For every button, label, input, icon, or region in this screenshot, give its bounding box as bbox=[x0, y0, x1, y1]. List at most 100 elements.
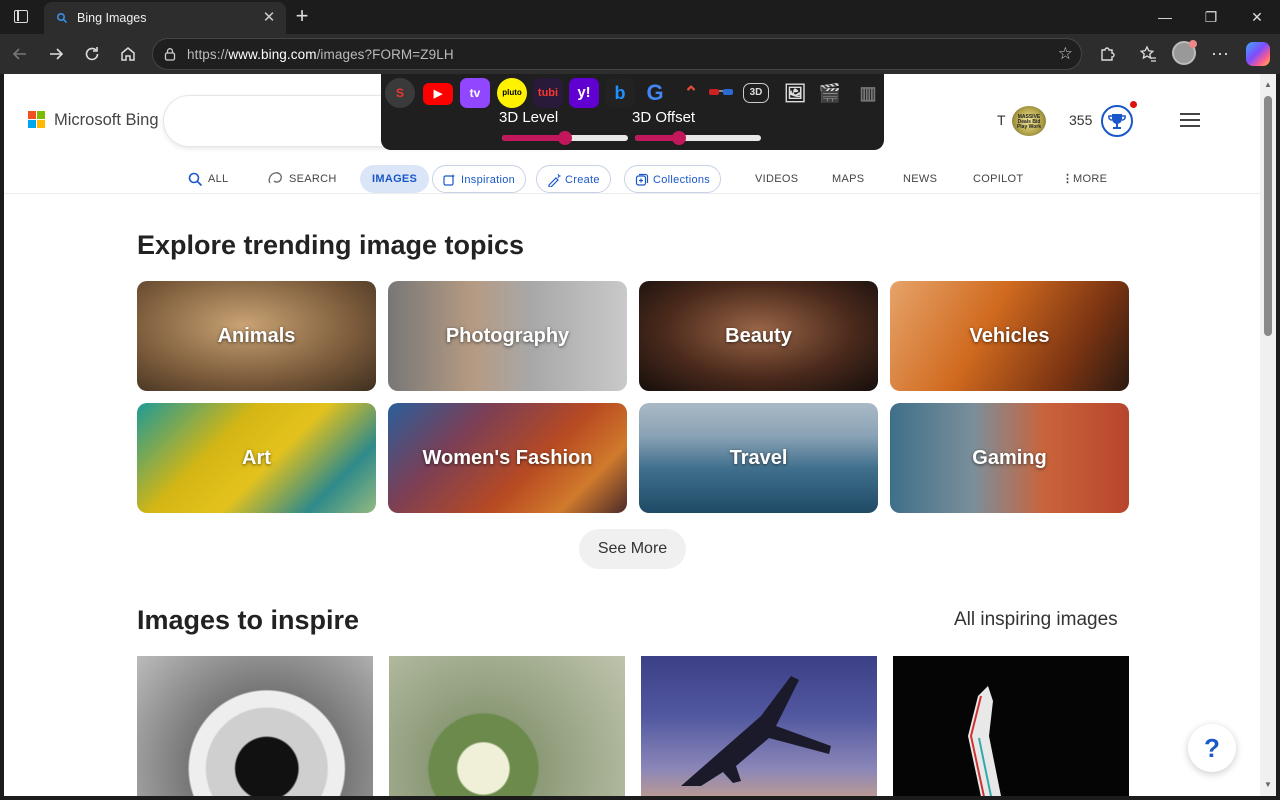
topic-tile[interactable]: Women's Fashion bbox=[388, 403, 627, 513]
close-tab-icon[interactable]: ✕ bbox=[260, 9, 278, 27]
twitch-icon[interactable]: tv bbox=[460, 78, 490, 108]
trending-heading: Explore trending image topics bbox=[137, 230, 525, 260]
user-avatar-badge[interactable]: MASSIVE Deals Bid Play Work bbox=[1012, 106, 1046, 136]
scroll-thumb[interactable] bbox=[1264, 96, 1272, 336]
3d-level-label: 3D Level bbox=[499, 109, 559, 126]
favorite-star-icon[interactable]: ☆ bbox=[1058, 44, 1073, 64]
3d-extension-panel: S ▶ tv pluto tubi y! b G ⌃ 3D 🖼 🎬 ▥ 3D L… bbox=[381, 74, 884, 150]
slider-fill bbox=[502, 135, 565, 141]
more-options-button[interactable]: ⋯ bbox=[1206, 40, 1234, 68]
nav-maps[interactable]: MAPS bbox=[832, 165, 864, 193]
home-button[interactable] bbox=[114, 40, 142, 68]
topic-tile[interactable]: Art bbox=[137, 403, 376, 513]
nav-images[interactable]: IMAGES bbox=[360, 165, 430, 193]
copilot-search-icon bbox=[268, 172, 282, 184]
url-text: https://www.bing.com/images?FORM=Z9LH bbox=[187, 47, 454, 62]
restore-button[interactable]: ❐ bbox=[1188, 0, 1234, 34]
3d-mode-icon[interactable]: 3D bbox=[743, 83, 769, 103]
nav-news[interactable]: NEWS bbox=[903, 165, 937, 193]
hamburger-menu-icon[interactable] bbox=[1180, 112, 1202, 128]
slider-knob[interactable] bbox=[672, 131, 687, 145]
tab-actions-icon bbox=[14, 10, 28, 23]
address-bar[interactable]: https://www.bing.com/images?FORM=Z9LH ☆ bbox=[152, 38, 1082, 70]
arrow-up-icon[interactable]: ⌃ bbox=[676, 78, 706, 108]
bing-icon[interactable]: b bbox=[605, 78, 635, 108]
profile-avatar[interactable] bbox=[1172, 40, 1197, 65]
refresh-icon bbox=[85, 47, 99, 61]
video-icon[interactable]: 🎬 bbox=[815, 78, 845, 108]
tab-actions-button[interactable] bbox=[8, 5, 34, 29]
airplane-silhouette bbox=[681, 676, 831, 786]
inspiration-icon bbox=[443, 174, 455, 186]
google-icon[interactable]: G bbox=[640, 78, 670, 108]
topic-tile[interactable]: Vehicles bbox=[890, 281, 1129, 391]
arrow-right-icon bbox=[50, 48, 64, 60]
yahoo-icon[interactable]: y! bbox=[569, 78, 599, 108]
search-icon bbox=[188, 172, 203, 187]
close-window-button[interactable]: ✕ bbox=[1234, 0, 1280, 34]
copilot-icon[interactable] bbox=[1246, 42, 1270, 66]
help-button[interactable]: ? bbox=[1188, 724, 1236, 772]
see-more-button[interactable]: See More bbox=[579, 529, 686, 569]
search-nav: ALL SEARCH IMAGES Inspiration Create Col… bbox=[4, 158, 1260, 194]
web-page: Microsoft Bing T MASSIVE Deals Bid Play … bbox=[4, 74, 1260, 796]
tab-bing-images[interactable]: Bing Images ✕ bbox=[44, 2, 286, 34]
3d-offset-slider[interactable] bbox=[635, 131, 761, 145]
nav-more[interactable]: ⋮ MORE bbox=[1062, 165, 1107, 193]
more-dots-icon: ⋮ bbox=[1062, 173, 1074, 185]
rewards-trophy-icon[interactable] bbox=[1101, 101, 1137, 137]
search-icon bbox=[56, 12, 68, 24]
refresh-button[interactable] bbox=[78, 40, 106, 68]
inspire-image[interactable] bbox=[641, 656, 877, 796]
slider-knob[interactable] bbox=[558, 131, 572, 145]
toolbar: https://www.bing.com/images?FORM=Z9LH ☆ … bbox=[0, 34, 1280, 74]
rewards-points[interactable]: 355 bbox=[1069, 112, 1092, 128]
all-inspiring-images-link[interactable]: All inspiring images bbox=[954, 609, 1118, 631]
back-button[interactable] bbox=[6, 40, 34, 68]
page-scrollbar[interactable]: ▲ ▼ bbox=[1260, 74, 1276, 796]
user-initial[interactable]: T bbox=[997, 112, 1006, 128]
scroll-up-arrow-icon[interactable]: ▲ bbox=[1263, 80, 1273, 89]
scroll-down-arrow-icon[interactable]: ▼ bbox=[1263, 780, 1273, 789]
new-tab-button[interactable]: + bbox=[290, 5, 314, 29]
inspire-image[interactable] bbox=[389, 656, 625, 796]
extension-logo-icon[interactable]: S bbox=[385, 78, 415, 108]
minimize-button[interactable]: — bbox=[1142, 0, 1188, 34]
topic-tile[interactable]: Travel bbox=[639, 403, 878, 513]
notification-dot bbox=[1189, 40, 1197, 48]
nav-collections[interactable]: Collections bbox=[624, 165, 722, 193]
tubi-icon[interactable]: tubi bbox=[533, 78, 563, 108]
microsoft-logo-icon bbox=[28, 111, 46, 129]
nav-inspiration[interactable]: Inspiration bbox=[432, 165, 527, 193]
3d-glasses-icon[interactable] bbox=[706, 78, 736, 108]
topic-tile[interactable]: Beauty bbox=[639, 281, 878, 391]
nav-videos[interactable]: VIDEOS bbox=[755, 165, 798, 193]
nav-search[interactable]: SEARCH bbox=[267, 165, 337, 193]
logo-text: Microsoft Bing bbox=[54, 111, 159, 129]
youtube-icon[interactable]: ▶ bbox=[423, 78, 453, 108]
nav-copilot[interactable]: COPILOT bbox=[973, 165, 1023, 193]
tab-title: Bing Images bbox=[77, 11, 147, 25]
notification-dot bbox=[1130, 101, 1137, 108]
image-icon[interactable]: 🖼 bbox=[780, 78, 810, 108]
inspire-image[interactable] bbox=[137, 656, 373, 796]
hand-silhouette bbox=[968, 686, 1001, 796]
nav-create[interactable]: Create bbox=[536, 165, 611, 193]
favorites-button[interactable] bbox=[1134, 40, 1162, 68]
3d-offset-label: 3D Offset bbox=[632, 109, 696, 126]
topic-tile[interactable]: Photography bbox=[388, 281, 627, 391]
inspire-image[interactable] bbox=[893, 656, 1129, 796]
lock-icon[interactable] bbox=[163, 47, 177, 61]
nav-all[interactable]: ALL bbox=[188, 165, 228, 193]
extensions-button[interactable] bbox=[1093, 40, 1121, 68]
title-bar: Bing Images ✕ + — ❐ ✕ bbox=[0, 0, 1280, 34]
topic-tile[interactable]: Animals bbox=[137, 281, 376, 391]
chart-icon[interactable]: ▥ bbox=[853, 78, 883, 108]
forward-button[interactable] bbox=[42, 40, 70, 68]
3d-level-slider[interactable] bbox=[502, 131, 628, 145]
puzzle-icon bbox=[1101, 47, 1115, 61]
home-icon bbox=[121, 47, 135, 61]
trophy-icon bbox=[1108, 114, 1126, 129]
topic-tile[interactable]: Gaming bbox=[890, 403, 1129, 513]
pluto-tv-icon[interactable]: pluto bbox=[497, 78, 527, 108]
